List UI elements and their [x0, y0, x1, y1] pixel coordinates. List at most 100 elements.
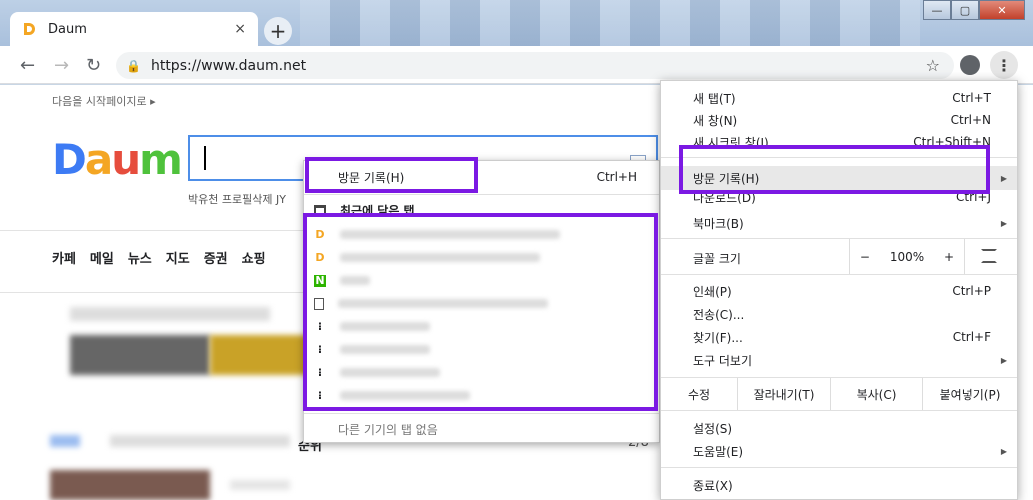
- news-tab[interactable]: [50, 435, 80, 447]
- history-item-title: [340, 276, 370, 285]
- zoom-value: 100%: [889, 249, 925, 264]
- menu-downloads[interactable]: 다운로드(D) Ctrl+J: [661, 190, 1017, 204]
- close-window-button[interactable]: ✕: [979, 0, 1025, 20]
- desktop-background: [300, 0, 920, 46]
- zoom-out-button[interactable]: −: [860, 250, 870, 264]
- submenu-arrow-icon: ▶: [1000, 173, 1007, 183]
- menu-label: 북마크(B): [693, 216, 744, 231]
- history-header[interactable]: 방문 기록(H) Ctrl+H: [304, 161, 659, 193]
- browser-toolbar: ← → ↻ 🔒 https://www.daum.net ☆: [0, 46, 1033, 84]
- menu-label: 찾기(F)...: [693, 330, 743, 345]
- new-tab-button[interactable]: +: [264, 17, 292, 45]
- menu-incognito[interactable]: 새 시크릿 창(I) Ctrl+Shift+N: [661, 131, 1017, 153]
- reload-icon[interactable]: ↻: [86, 55, 101, 76]
- menu-shortcut: Ctrl+P: [952, 284, 991, 298]
- menu-help[interactable]: 도움말(E) ▶: [661, 440, 1017, 462]
- menu-more-tools[interactable]: 도구 더보기 ▶: [661, 349, 1017, 371]
- menu-label: 전송(C)...: [693, 307, 745, 322]
- news-tabs[interactable]: [110, 435, 290, 447]
- news-headline[interactable]: [230, 480, 290, 490]
- address-bar[interactable]: 🔒 https://www.daum.net ☆: [116, 52, 954, 79]
- tab-title: Daum: [48, 21, 87, 37]
- lock-icon: 🔒: [126, 58, 141, 73]
- browser-tab[interactable]: Daum ×: [10, 12, 258, 46]
- ad-banner-image[interactable]: [210, 335, 310, 375]
- menu-find[interactable]: 찾기(F)... Ctrl+F: [661, 326, 1017, 348]
- menu-exit[interactable]: 종료(X): [661, 474, 1017, 496]
- menu-label: 종료(X): [693, 478, 733, 493]
- other-devices-label: 다른 기기의 탭 없음: [338, 423, 438, 437]
- menu-shortcut: Ctrl+N: [950, 113, 991, 127]
- divider: [304, 194, 659, 195]
- history-item-title: [340, 368, 440, 377]
- submenu-arrow-icon: ▶: [1000, 355, 1007, 365]
- nav-stock[interactable]: 증권: [204, 248, 228, 267]
- history-header-label: 방문 기록(H): [338, 170, 405, 185]
- menu-label: 설정(S): [693, 421, 733, 436]
- nav-shopping[interactable]: 쇼핑: [242, 248, 266, 267]
- menu-print[interactable]: 인쇄(P) Ctrl+P: [661, 280, 1017, 302]
- history-item[interactable]: ⁝: [314, 315, 634, 338]
- start-page-link[interactable]: 다음을 시작페이지로 ▸: [52, 93, 156, 109]
- menu-new-window[interactable]: 새 창(N) Ctrl+N: [661, 109, 1017, 131]
- url-text: https://www.daum.net: [150, 57, 307, 74]
- menu-label: 인쇄(P): [693, 284, 732, 299]
- divider: [304, 413, 659, 414]
- nav-mail[interactable]: 메일: [90, 248, 114, 267]
- zoom-in-button[interactable]: +: [944, 250, 954, 264]
- recently-closed-header: 최근에 닫은 탭: [314, 202, 415, 219]
- nav-news[interactable]: 뉴스: [128, 248, 152, 267]
- history-item[interactable]: [314, 292, 634, 315]
- history-item[interactable]: D: [314, 223, 634, 246]
- cut-button[interactable]: 잘라내기(T): [737, 378, 830, 410]
- history-item[interactable]: N: [314, 269, 634, 292]
- history-item[interactable]: ⁝: [314, 361, 634, 384]
- text-caret: [204, 146, 206, 170]
- fullscreen-icon[interactable]: [981, 249, 997, 263]
- menu-label: 도움말(E): [693, 444, 744, 459]
- history-item[interactable]: ⁝: [314, 338, 634, 361]
- recently-closed-label: 최근에 닫은 탭: [340, 204, 415, 218]
- nav-map[interactable]: 지도: [166, 248, 190, 267]
- history-item[interactable]: D: [314, 246, 634, 269]
- daum-logo[interactable]: Daum: [52, 135, 183, 184]
- history-item-title: [340, 391, 470, 400]
- paste-button[interactable]: 붙여넣기(P): [922, 378, 1017, 410]
- history-item-title: [340, 230, 560, 239]
- zoom-row: 글꼴 크기 − 100% +: [661, 239, 1017, 274]
- daum-icon: D: [315, 251, 325, 264]
- maximize-button[interactable]: ▢: [951, 0, 979, 20]
- history-header-shortcut: Ctrl+H: [596, 170, 637, 184]
- tab-close-icon[interactable]: ×: [234, 21, 246, 37]
- menu-history[interactable]: 방문 기록(H) ▶: [661, 166, 1017, 190]
- menu-new-tab[interactable]: 새 탭(T) Ctrl+T: [661, 87, 1017, 109]
- divider: [661, 467, 1017, 468]
- chrome-main-menu: 새 탭(T) Ctrl+T 새 창(N) Ctrl+N 새 시크릿 창(I) C…: [660, 80, 1018, 500]
- menu-bookmarks[interactable]: 북마크(B) ▶: [661, 212, 1017, 234]
- history-item[interactable]: ⁝: [314, 384, 634, 407]
- copy-button[interactable]: 복사(C): [830, 378, 922, 410]
- bookmark-star-icon[interactable]: ☆: [926, 56, 940, 75]
- divider: [661, 274, 1017, 275]
- menu-label: 다운로드(D): [693, 190, 756, 205]
- menu-cast[interactable]: 전송(C)...: [661, 303, 1017, 325]
- menu-settings[interactable]: 설정(S): [661, 417, 1017, 439]
- dots-icon: ⁝: [317, 389, 323, 402]
- zoom-label: 글꼴 크기: [693, 252, 741, 266]
- menu-kebab-icon[interactable]: ⋮: [990, 51, 1018, 79]
- minimize-button[interactable]: —: [923, 0, 951, 20]
- account-avatar-icon[interactable]: [960, 55, 980, 75]
- submenu-arrow-icon: ▶: [1000, 446, 1007, 456]
- forward-icon[interactable]: →: [54, 55, 69, 76]
- submenu-arrow-icon: ▶: [1000, 218, 1007, 228]
- history-submenu: 방문 기록(H) Ctrl+H 최근에 닫은 탭 D D N ⁝ ⁝ ⁝ ⁝ 다…: [303, 160, 660, 443]
- history-item-title: [340, 345, 430, 354]
- menu-shortcut: Ctrl+Shift+N: [913, 135, 991, 149]
- news-thumbnail[interactable]: [50, 470, 210, 500]
- nav-cafe[interactable]: 카페: [52, 248, 76, 267]
- menu-shortcut: Ctrl+J: [956, 190, 991, 204]
- document-icon: [314, 297, 324, 310]
- dots-icon: ⁝: [317, 343, 323, 356]
- trending-keywords[interactable]: 박유천 프로필삭제 JY: [188, 191, 286, 207]
- back-icon[interactable]: ←: [20, 55, 35, 76]
